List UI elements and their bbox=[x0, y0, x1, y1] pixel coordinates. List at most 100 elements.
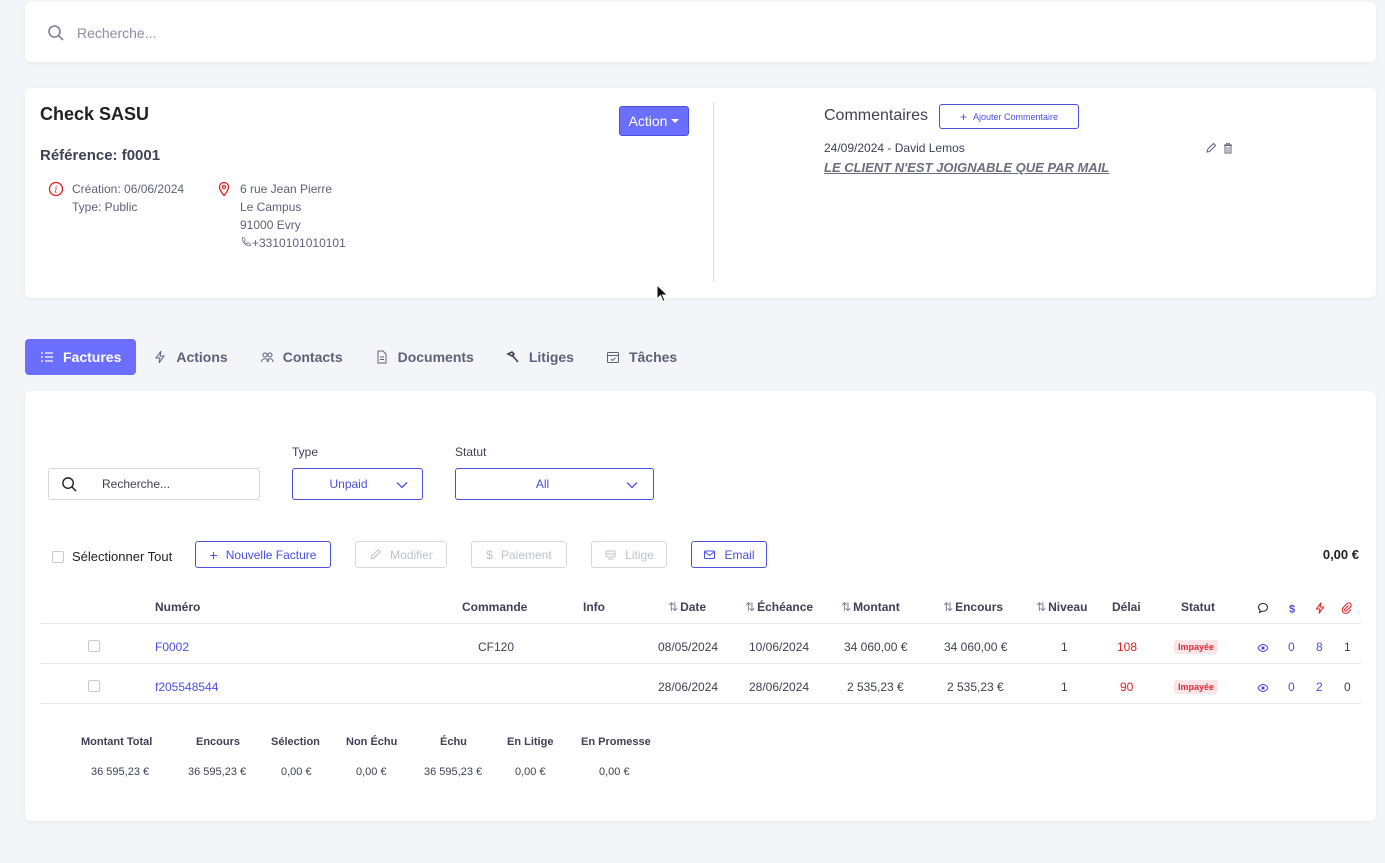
summary-header: En Promesse bbox=[581, 736, 651, 748]
summary-value: 36 595,23 € bbox=[188, 766, 247, 778]
due-date: 10/06/2024 bbox=[749, 640, 810, 654]
dollar-icon: $ bbox=[1289, 604, 1295, 615]
column-header-label: Date bbox=[680, 600, 707, 614]
column-header-date[interactable]: ⇅ Date bbox=[668, 600, 706, 614]
invoices-panel: Type Unpaid Statut All Sélectionner Tout… bbox=[25, 391, 1376, 821]
comment-bubble-icon bbox=[1257, 602, 1269, 614]
status-badge: Impayée bbox=[1174, 640, 1219, 654]
caret-down-icon bbox=[671, 119, 680, 123]
chevron-down-icon bbox=[396, 482, 408, 489]
svg-text:$: $ bbox=[1289, 604, 1295, 615]
row-divider bbox=[40, 703, 1361, 704]
sort-icon: ⇅ bbox=[943, 600, 954, 614]
column-header-encours[interactable]: ⇅ Encours bbox=[943, 600, 1003, 614]
column-header-info[interactable]: Info bbox=[583, 600, 605, 614]
row-checkbox[interactable] bbox=[88, 680, 100, 692]
tab-documents[interactable]: Documents bbox=[360, 339, 489, 375]
attachment-count[interactable]: 0 bbox=[1344, 680, 1351, 694]
calendar-icon bbox=[606, 352, 619, 363]
invoice-number-link[interactable]: f205548544 bbox=[155, 680, 218, 694]
pencil-icon[interactable] bbox=[1205, 142, 1217, 154]
eye-icon[interactable] bbox=[1257, 683, 1269, 693]
search-icon bbox=[48, 25, 64, 41]
mouse-cursor-icon bbox=[656, 284, 669, 303]
column-header-label: Échéance bbox=[757, 600, 814, 614]
summary-value: 36 595,23 € bbox=[424, 766, 483, 778]
level: 1 bbox=[1061, 640, 1068, 654]
email-label: Email bbox=[724, 547, 755, 562]
summary-value: 36 595,23 € bbox=[91, 766, 150, 778]
comment-count[interactable]: 0 bbox=[1288, 680, 1295, 694]
new-invoice-button[interactable]: + Nouvelle Facture bbox=[195, 541, 331, 568]
edit-label: Modifier bbox=[390, 547, 433, 562]
select-all-checkbox[interactable] bbox=[52, 550, 64, 563]
summary-value: 0,00 € bbox=[515, 766, 546, 778]
column-header-delai[interactable]: Délai bbox=[1112, 600, 1141, 614]
company-address: 6 rue Jean Pierre Le Campus 91000 Evry +… bbox=[218, 180, 346, 252]
trash-icon[interactable] bbox=[1222, 142, 1234, 154]
action-count[interactable]: 8 bbox=[1316, 640, 1323, 654]
eye-icon[interactable] bbox=[1257, 643, 1269, 653]
gavel-icon bbox=[605, 550, 616, 560]
row-checkbox[interactable] bbox=[88, 640, 100, 652]
column-header-echeance[interactable]: ⇅ Échéance bbox=[745, 600, 813, 614]
edit-button[interactable]: Modifier bbox=[355, 541, 447, 568]
invoice-search-input[interactable] bbox=[102, 474, 252, 494]
global-search-bar bbox=[25, 2, 1376, 62]
payment-button[interactable]: $ Paiement bbox=[471, 541, 567, 568]
column-header-label: Niveau bbox=[1048, 600, 1088, 614]
select-all[interactable]: Sélectionner Tout bbox=[52, 549, 172, 564]
type-filter-select[interactable]: Unpaid bbox=[292, 468, 423, 500]
company-type: Type: Public bbox=[72, 200, 138, 214]
tab-label: Tâches bbox=[628, 349, 678, 365]
dispute-button[interactable]: Litige bbox=[591, 541, 667, 568]
payment-label: Paiement bbox=[500, 547, 552, 562]
action-dropdown-button[interactable]: Action bbox=[619, 106, 689, 136]
table-header-divider bbox=[40, 623, 1361, 624]
column-header-montant[interactable]: ⇅ Montant bbox=[841, 600, 900, 614]
company-card: Check SASU Référence: f0001 i Création: … bbox=[25, 88, 1376, 298]
tab-factures[interactable]: Factures bbox=[25, 339, 137, 375]
attachment-count[interactable]: 1 bbox=[1344, 640, 1351, 654]
svg-text:i: i bbox=[55, 186, 58, 196]
comments-title: Commentaires bbox=[824, 107, 929, 124]
column-header-numero[interactable]: Numéro bbox=[155, 600, 200, 614]
comment-meta: 24/09/2024 - David Lemos bbox=[824, 141, 965, 155]
email-button[interactable]: Email bbox=[691, 541, 767, 568]
column-header-statut[interactable]: Statut bbox=[1181, 600, 1215, 614]
summary-header: Échu bbox=[440, 736, 467, 748]
company-reference: Référence: f0001 bbox=[40, 147, 161, 164]
dollar-icon: $ bbox=[486, 547, 493, 562]
column-header-label: Montant bbox=[853, 600, 900, 614]
hammer-icon bbox=[506, 351, 519, 363]
order-number: CF120 bbox=[478, 640, 515, 654]
amount: 34 060,00 € bbox=[844, 640, 908, 654]
outstanding: 2 535,23 € bbox=[947, 680, 1004, 694]
column-header-commande[interactable]: Commande bbox=[462, 600, 527, 614]
add-comment-button[interactable]: + Ajouter Commentaire bbox=[939, 104, 1079, 129]
tab-taches[interactable]: Tâches bbox=[591, 339, 692, 375]
sort-icon: ⇅ bbox=[668, 600, 679, 614]
status-filter-select[interactable]: All bbox=[455, 468, 654, 500]
summary-header: Non Échu bbox=[346, 736, 398, 748]
summary-header: Sélection bbox=[271, 736, 320, 748]
tab-actions[interactable]: Actions bbox=[138, 339, 242, 375]
company-info: i Création: 06/06/2024 Type: Public bbox=[48, 180, 184, 216]
paperclip-icon bbox=[1341, 602, 1352, 614]
global-search-input[interactable] bbox=[77, 20, 677, 46]
amount: 2 535,23 € bbox=[847, 680, 904, 694]
invoice-search bbox=[48, 468, 260, 500]
column-header-niveau[interactable]: ⇅ Niveau bbox=[1036, 600, 1087, 614]
chevron-down-icon bbox=[626, 482, 638, 489]
company-phone: +3310101010101 bbox=[240, 234, 346, 252]
comment-count[interactable]: 0 bbox=[1288, 640, 1295, 654]
vertical-divider bbox=[713, 102, 714, 282]
tab-litiges[interactable]: Litiges bbox=[491, 339, 589, 375]
summary-value: 0,00 € bbox=[356, 766, 387, 778]
tab-contacts[interactable]: Contacts bbox=[245, 339, 358, 375]
action-count[interactable]: 2 bbox=[1316, 680, 1323, 694]
tab-label: Documents bbox=[397, 349, 474, 365]
invoice-number-link[interactable]: F0002 bbox=[155, 640, 189, 654]
sort-icon: ⇅ bbox=[745, 600, 756, 614]
summary-header: Encours bbox=[196, 736, 241, 748]
